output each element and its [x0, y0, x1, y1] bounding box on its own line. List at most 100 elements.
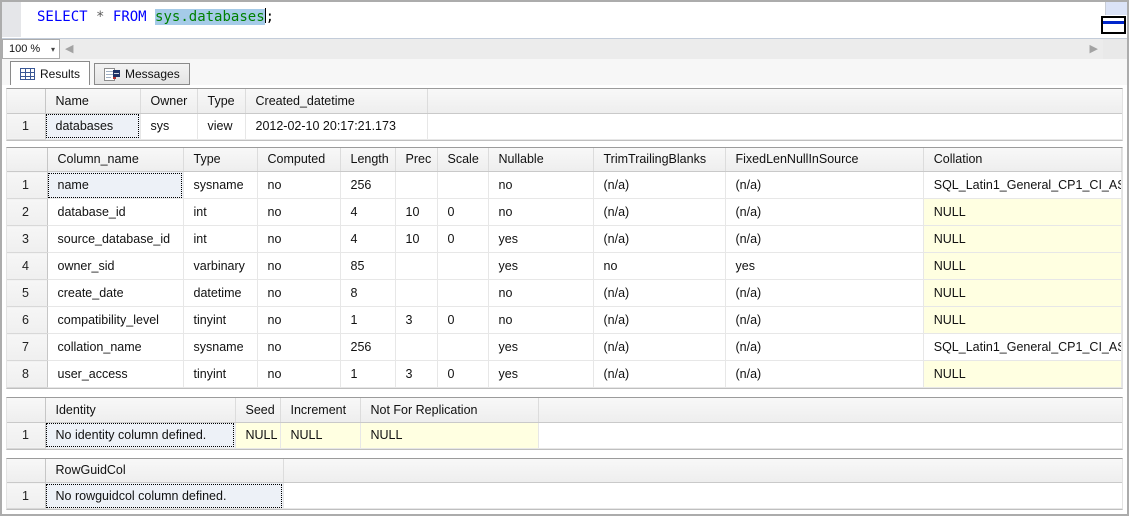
- grid-cell[interactable]: name: [47, 172, 183, 199]
- grid-cell[interactable]: 1: [340, 307, 395, 334]
- grid-cell[interactable]: int: [183, 226, 257, 253]
- grid-cell[interactable]: [437, 334, 488, 361]
- sql-query-text[interactable]: SELECT * FROM sys.databases;: [37, 8, 274, 25]
- grid-cell[interactable]: yes: [488, 361, 593, 388]
- grid-cell[interactable]: NULL: [923, 307, 1121, 334]
- grid-cell[interactable]: (n/a): [593, 172, 725, 199]
- grid-cell[interactable]: [395, 334, 437, 361]
- column-header[interactable]: Type: [197, 89, 245, 113]
- grid-cell[interactable]: NULL: [280, 422, 360, 448]
- column-header[interactable]: Type: [183, 148, 257, 172]
- grid-cell[interactable]: [437, 280, 488, 307]
- grid-cell[interactable]: varbinary: [183, 253, 257, 280]
- grid-cell[interactable]: compatibility_level: [47, 307, 183, 334]
- grid-cell[interactable]: (n/a): [593, 307, 725, 334]
- grid-cell[interactable]: tinyint: [183, 307, 257, 334]
- column-header[interactable]: Created_datetime: [245, 89, 427, 113]
- row-number[interactable]: 4: [7, 253, 47, 280]
- column-header[interactable]: Increment: [280, 398, 360, 422]
- grid-cell[interactable]: no: [257, 307, 340, 334]
- grid-cell[interactable]: datetime: [183, 280, 257, 307]
- grid-cell[interactable]: no: [593, 253, 725, 280]
- row-number[interactable]: 6: [7, 307, 47, 334]
- grid-cell[interactable]: no: [257, 226, 340, 253]
- grid-cell[interactable]: no: [257, 361, 340, 388]
- grid-cell[interactable]: (n/a): [593, 199, 725, 226]
- grid-cell[interactable]: (n/a): [593, 334, 725, 361]
- row-number[interactable]: 5: [7, 280, 47, 307]
- grid-cell[interactable]: no: [488, 280, 593, 307]
- column-header[interactable]: Identity: [45, 398, 235, 422]
- grid-cell[interactable]: [395, 253, 437, 280]
- grid-cell[interactable]: (n/a): [725, 172, 923, 199]
- grid-cell[interactable]: sysname: [183, 172, 257, 199]
- row-number[interactable]: 7: [7, 334, 47, 361]
- grid-cell[interactable]: databases: [45, 113, 140, 139]
- grid-cell[interactable]: SQL_Latin1_General_CP1_CI_AS: [923, 334, 1121, 361]
- tab-messages[interactable]: Messages: [94, 63, 190, 85]
- grid-cell[interactable]: collation_name: [47, 334, 183, 361]
- grid-cell[interactable]: (n/a): [593, 361, 725, 388]
- column-header[interactable]: Computed: [257, 148, 340, 172]
- sql-editor[interactable]: SELECT * FROM sys.databases;: [2, 2, 1127, 39]
- grid-cell[interactable]: 256: [340, 172, 395, 199]
- row-header-corner[interactable]: [7, 148, 47, 172]
- grid-cell[interactable]: no: [257, 199, 340, 226]
- grid-cell[interactable]: [395, 172, 437, 199]
- grid-cell[interactable]: (n/a): [725, 226, 923, 253]
- grid-cell[interactable]: NULL: [923, 199, 1121, 226]
- scroll-right-icon[interactable]: ▶: [1090, 41, 1098, 57]
- grid-cell[interactable]: tinyint: [183, 361, 257, 388]
- grid-cell[interactable]: source_database_id: [47, 226, 183, 253]
- column-header[interactable]: Name: [45, 89, 140, 113]
- grid-cell[interactable]: view: [197, 113, 245, 139]
- grid-cell[interactable]: NULL: [235, 422, 280, 448]
- grid-cell[interactable]: 10: [395, 226, 437, 253]
- row-number[interactable]: 1: [7, 422, 45, 448]
- grid-cell[interactable]: NULL: [360, 422, 538, 448]
- grid-cell[interactable]: 10: [395, 199, 437, 226]
- row-number[interactable]: 1: [7, 483, 45, 509]
- grid-cell[interactable]: yes: [488, 334, 593, 361]
- grid-cell[interactable]: no: [257, 172, 340, 199]
- row-header-corner[interactable]: [7, 89, 45, 113]
- grid-cell[interactable]: no: [488, 307, 593, 334]
- column-header[interactable]: Scale: [437, 148, 488, 172]
- grid-cell[interactable]: NULL: [923, 226, 1121, 253]
- row-number[interactable]: 3: [7, 226, 47, 253]
- grid-cell[interactable]: 0: [437, 307, 488, 334]
- vertical-scrollbar[interactable]: [1105, 2, 1127, 15]
- zoom-dropdown[interactable]: 100 % ▾: [2, 39, 60, 59]
- grid-cell[interactable]: 0: [437, 361, 488, 388]
- grid-cell[interactable]: No identity column defined.: [45, 422, 235, 448]
- grid-cell[interactable]: (n/a): [725, 334, 923, 361]
- grid-cell[interactable]: (n/a): [593, 226, 725, 253]
- grid-cell[interactable]: 4: [340, 226, 395, 253]
- grid-cell[interactable]: no: [257, 253, 340, 280]
- column-header[interactable]: TrimTrailingBlanks: [593, 148, 725, 172]
- grid-cell[interactable]: yes: [488, 253, 593, 280]
- grid-cell[interactable]: yes: [488, 226, 593, 253]
- row-number[interactable]: 8: [7, 361, 47, 388]
- grid-cell[interactable]: 3: [395, 361, 437, 388]
- grid-cell[interactable]: 0: [437, 199, 488, 226]
- grid-cell[interactable]: no: [257, 334, 340, 361]
- grid-cell[interactable]: (n/a): [725, 307, 923, 334]
- grid-cell[interactable]: 0: [437, 226, 488, 253]
- grid-cell[interactable]: database_id: [47, 199, 183, 226]
- row-number[interactable]: 1: [7, 172, 47, 199]
- grid-cell[interactable]: (n/a): [593, 280, 725, 307]
- row-number[interactable]: 2: [7, 199, 47, 226]
- grid-cell[interactable]: int: [183, 199, 257, 226]
- tab-results[interactable]: Results: [10, 61, 90, 85]
- column-header[interactable]: Nullable: [488, 148, 593, 172]
- column-header[interactable]: Not For Replication: [360, 398, 538, 422]
- row-header-corner[interactable]: [7, 459, 45, 483]
- horizontal-scrollbar[interactable]: ◀ ▶: [60, 39, 1103, 59]
- row-header-corner[interactable]: [7, 398, 45, 422]
- grid-cell[interactable]: No rowguidcol column defined.: [45, 483, 283, 509]
- grid-cell[interactable]: no: [488, 199, 593, 226]
- grid-cell[interactable]: 8: [340, 280, 395, 307]
- column-header[interactable]: Collation: [923, 148, 1121, 172]
- column-header[interactable]: Seed: [235, 398, 280, 422]
